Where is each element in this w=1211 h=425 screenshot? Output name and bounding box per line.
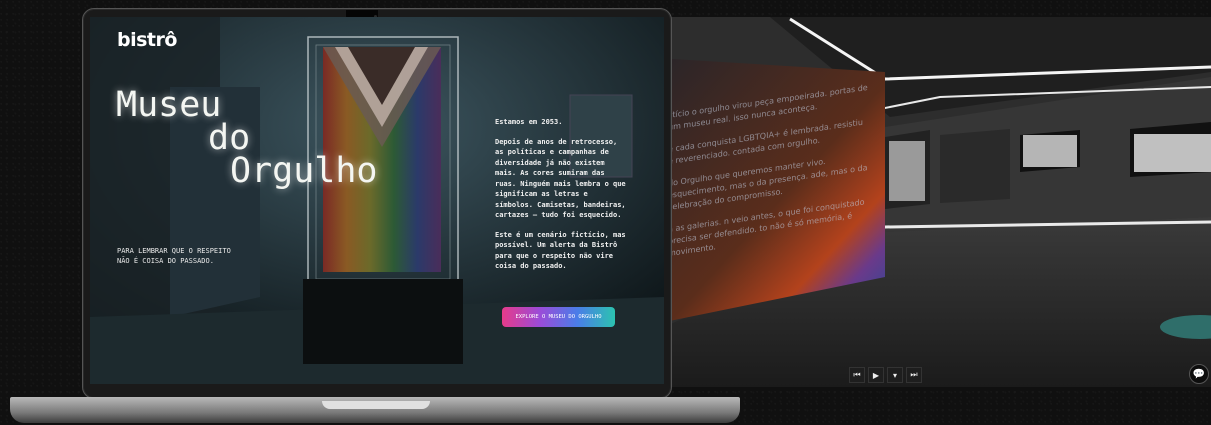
laptop-screen: bistrô Museu do Orgulho PARA LEMBRAR QUE… [90,17,664,384]
title-line-3: Orgulho [230,151,378,191]
brand-logo[interactable]: bistrô [117,29,177,51]
chevron-down-icon[interactable]: ▾ [887,367,903,383]
page-title: Museu do Orgulho [116,88,378,191]
chat-icon[interactable]: 💬 [1189,364,1209,384]
play-icon[interactable]: ▶ [868,367,884,383]
gallery-wall-text: ctício o orgulho virou peça empoeirada. … [668,82,868,270]
intro-paragraph: Estamos em 2053. [495,118,563,126]
skip-back-icon[interactable]: ⏮ [849,367,865,383]
playback-controls: ⏮ ▶ ▾ ⏭ [849,367,922,383]
intro-text: Estamos em 2053. Depois de anos de retro… [495,117,627,281]
intro-paragraph: Este é um cenário fictício, mas possível… [495,230,626,271]
explore-museum-button[interactable]: EXPLORE O MUSEU DO ORGULHO [502,307,615,327]
skip-forward-icon[interactable]: ⏭ [906,367,922,383]
tagline: PARA LEMBRAR QUE O RESPEITO NÃO É COISA … [117,246,257,266]
tagline-line-2: NÃO É COISA DO PASSADO. [117,257,214,265]
intro-paragraph: Depois de anos de retrocesso, as polític… [495,137,626,220]
laptop-trackpad-notch [322,401,430,409]
tagline-line-1: PARA LEMBRAR QUE O RESPEITO [117,247,231,255]
